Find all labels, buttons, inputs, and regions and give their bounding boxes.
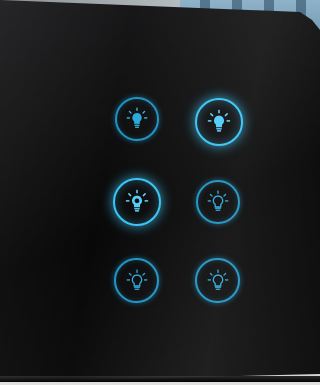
light-button-bottom-left[interactable] (114, 258, 159, 303)
bulb-outline-icon (207, 269, 228, 290)
light-button-bottom-right[interactable] (195, 258, 240, 303)
bulb-outline-icon (126, 269, 147, 290)
light-button-top-left[interactable] (115, 97, 159, 141)
panel-bottom-edge (0, 376, 320, 382)
photo-scene (0, 0, 320, 385)
glass-touch-panel (0, 0, 320, 382)
light-button-top-right[interactable] (195, 98, 243, 146)
bulb-icon (207, 109, 231, 132)
bulb-icon (126, 107, 148, 128)
light-button-middle-left[interactable] (113, 178, 161, 226)
light-button-middle-right[interactable] (196, 180, 240, 224)
bulb-outline-icon (207, 190, 229, 211)
bulb-icon (125, 189, 149, 212)
